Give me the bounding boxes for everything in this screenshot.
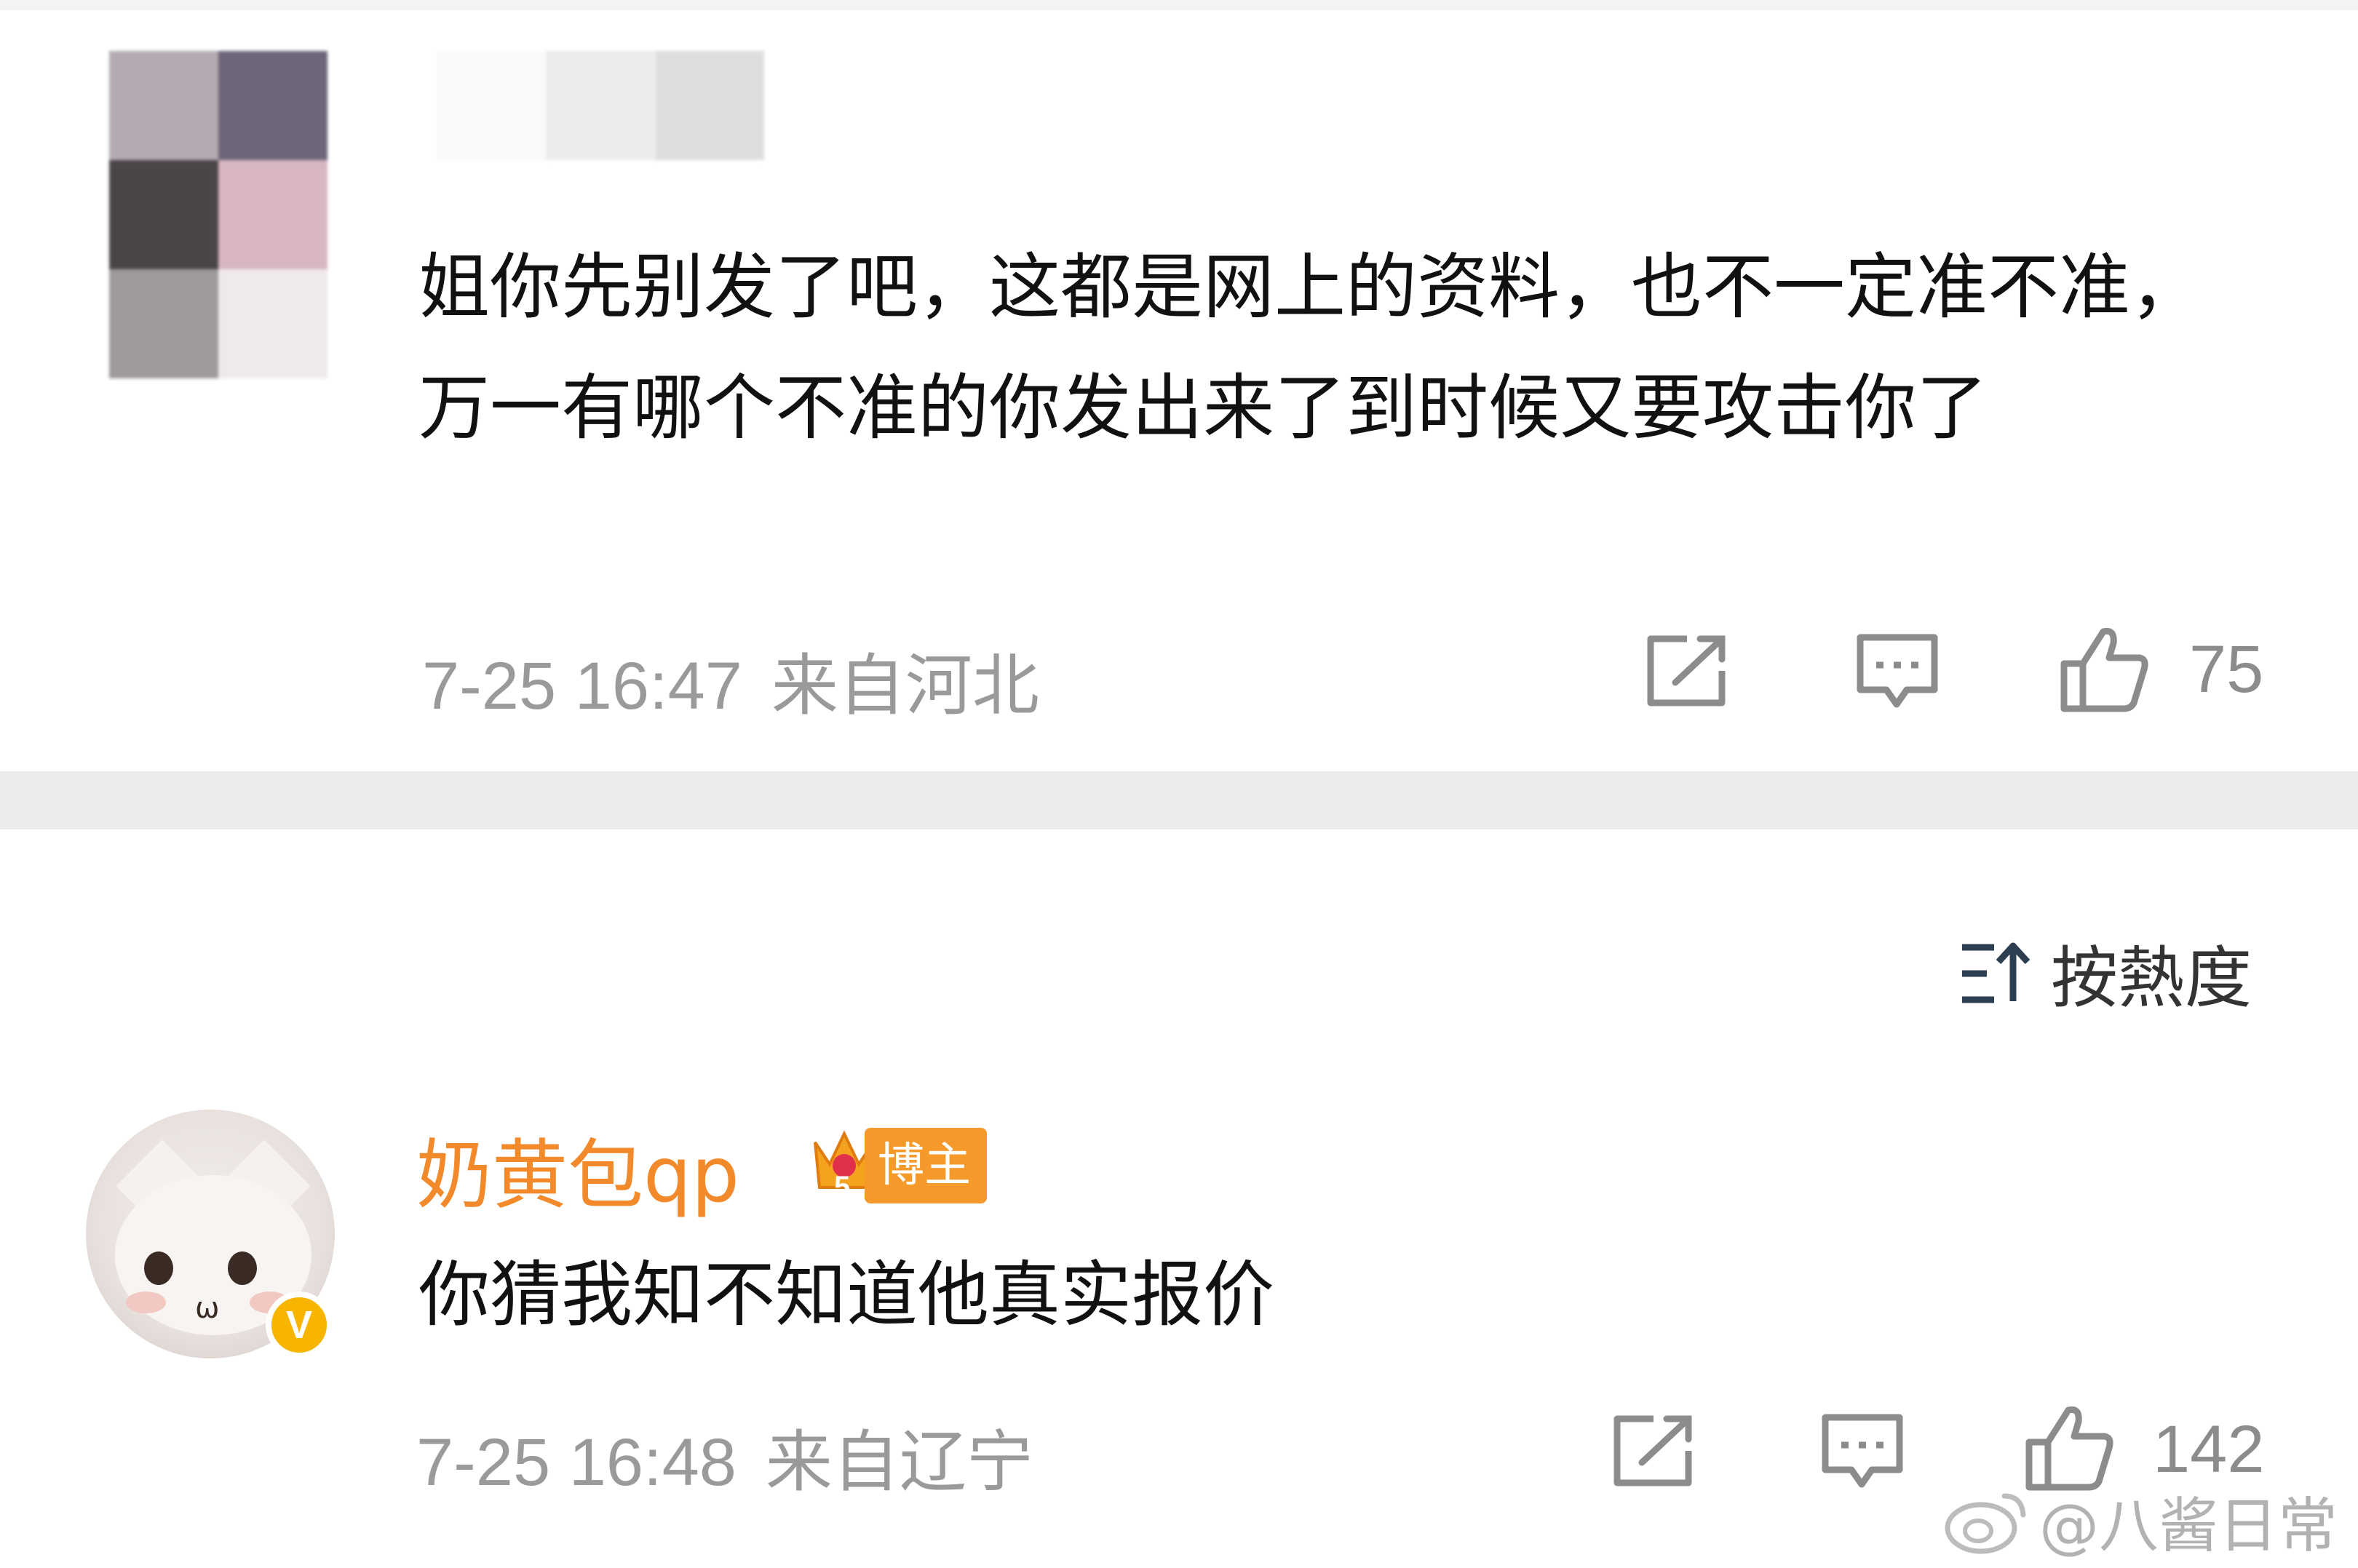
sort-by-hot-button[interactable]: 按熱度 bbox=[1958, 924, 2252, 1021]
like-count: 75 bbox=[2189, 632, 2264, 707]
sort-icon bbox=[1962, 942, 2030, 1003]
verified-badge: V bbox=[266, 1292, 333, 1358]
comment-text: 姐你先别发了吧，这都是网上的资料，也不一定准不准，万一有哪个不准的你发出来了到时… bbox=[418, 246, 2202, 450]
like-icon[interactable] bbox=[2058, 624, 2151, 715]
share-icon[interactable] bbox=[1610, 1413, 1696, 1489]
badge-level: 5 bbox=[834, 1171, 850, 1201]
comment-date: 7-25 16:47 bbox=[422, 649, 742, 723]
username-redacted bbox=[437, 51, 764, 160]
comment-icon[interactable] bbox=[1819, 1412, 1905, 1493]
comment-icon[interactable] bbox=[1854, 632, 1940, 713]
top-divider bbox=[0, 0, 2358, 10]
comment-text: 你猜我知不知道他真实报价 bbox=[418, 1254, 1275, 1337]
comment-location: 来自辽宁 bbox=[765, 1425, 1033, 1500]
section-divider bbox=[0, 771, 2358, 829]
blogger-tag: 博主 bbox=[865, 1128, 987, 1203]
watermark: @八酱日常 bbox=[1943, 1477, 2338, 1564]
comment-date: 7-25 16:48 bbox=[416, 1425, 737, 1500]
avatar-pixelated[interactable] bbox=[109, 51, 328, 378]
share-icon[interactable] bbox=[1643, 633, 1729, 709]
weibo-logo-icon bbox=[1945, 1493, 2026, 1553]
comment-meta: 7-25 16:48 来自辽宁 bbox=[416, 1408, 1033, 1505]
comment-location: 来自河北 bbox=[771, 649, 1039, 723]
comment-username[interactable]: 奶黄包qp bbox=[416, 1113, 739, 1223]
sort-label: 按熱度 bbox=[2051, 939, 2252, 1017]
watermark-text: @八酱日常 bbox=[2039, 1492, 2338, 1561]
comment-meta: 7-25 16:47 来自河北 bbox=[422, 632, 1039, 728]
